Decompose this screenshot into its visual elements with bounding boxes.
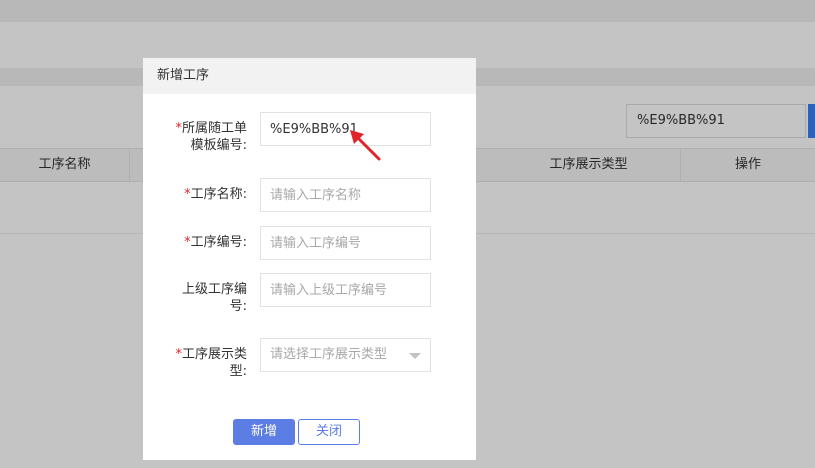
parent-no-label-line1: 上级工序编 bbox=[181, 282, 247, 297]
process-name-label: *工序名称: bbox=[184, 186, 247, 203]
display-type-placeholder: 请选择工序展示类型 bbox=[270, 347, 388, 362]
template-no-input[interactable] bbox=[260, 112, 431, 146]
parent-no-label-line2: 号: bbox=[229, 299, 247, 314]
display-type-label: *工序展示类 型: bbox=[175, 346, 247, 380]
chevron-down-icon bbox=[409, 353, 421, 359]
parent-no-label: 上级工序编 号: bbox=[182, 281, 247, 315]
display-type-select[interactable]: 请选择工序展示类型 bbox=[260, 338, 431, 372]
process-no-label: *工序编号: bbox=[184, 234, 247, 251]
template-no-label-line1: 所属随工单 bbox=[181, 121, 247, 136]
dialog-title: 新增工序 bbox=[143, 58, 476, 94]
process-name-input[interactable] bbox=[260, 178, 431, 212]
template-no-label-line2: 模板编号: bbox=[190, 138, 247, 153]
display-type-label-line1: 工序展示类 bbox=[181, 347, 247, 362]
close-button[interactable]: 关闭 bbox=[298, 419, 360, 445]
display-type-label-line2: 型: bbox=[229, 364, 247, 379]
add-process-dialog: 新增工序 *所属随工单 模板编号: *工序名称: *工序编号: 上级工序编 号:… bbox=[143, 58, 476, 460]
process-no-input[interactable] bbox=[260, 226, 431, 260]
add-button[interactable]: 新增 bbox=[233, 419, 295, 445]
annotation-arrow-icon bbox=[350, 130, 381, 161]
process-no-label-text: 工序编号: bbox=[190, 235, 247, 250]
template-no-label: *所属随工单 模板编号: bbox=[175, 120, 247, 154]
process-name-label-text: 工序名称: bbox=[190, 187, 247, 202]
parent-no-input[interactable] bbox=[260, 273, 431, 307]
